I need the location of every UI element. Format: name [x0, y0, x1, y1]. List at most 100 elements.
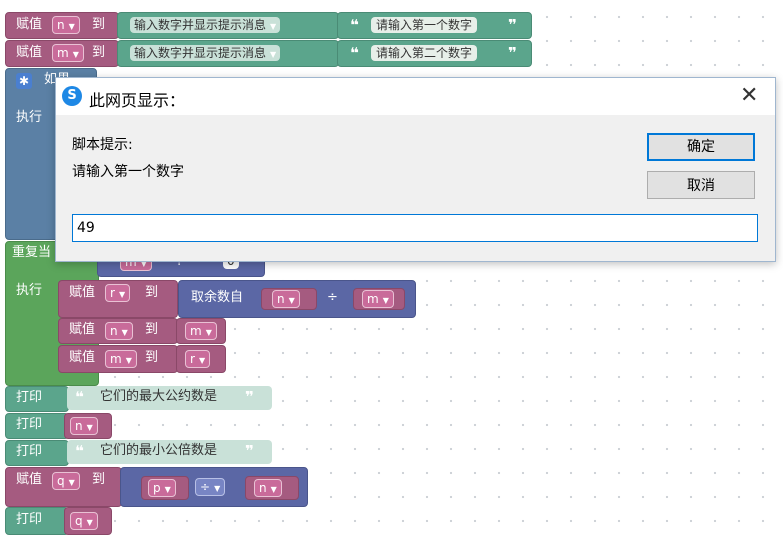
- assign-label: 赋值: [69, 350, 96, 365]
- p-var-block[interactable]: p ▼: [141, 476, 189, 500]
- prompt-type-text: 输入数字并显示提示消息: [134, 18, 267, 32]
- chevron-down-icon: ▼: [270, 50, 277, 59]
- n-var-block[interactable]: n ▼: [261, 288, 317, 310]
- assign-label: 赋值: [69, 285, 96, 300]
- chevron-down-icon: ▼: [270, 485, 277, 494]
- prompt2-field[interactable]: 请输入第二个数字: [371, 45, 478, 61]
- operator-dropdown[interactable]: ÷ ▼: [195, 478, 226, 496]
- remainder-block[interactable]: 取余数自 n ▼ ÷ m ▼: [178, 280, 416, 318]
- message-label: 脚本提示:: [72, 137, 133, 153]
- close-icon[interactable]: ✕: [740, 82, 758, 110]
- assign-n-block[interactable]: 赋值 n ▼ 到: [5, 12, 119, 39]
- dialog-titlebar[interactable]: S 此网页显示： ✕: [56, 78, 775, 115]
- print-lcm-block[interactable]: 打印: [5, 440, 69, 466]
- chevron-down-icon: ▼: [86, 518, 93, 527]
- var-p-text: p: [153, 481, 161, 495]
- cancel-button[interactable]: 取消: [647, 171, 755, 199]
- chevron-down-icon: ▼: [214, 484, 221, 493]
- m-var-block[interactable]: m ▼: [353, 288, 405, 310]
- repeat-label: 重复当: [12, 245, 52, 260]
- to-label: 到: [92, 45, 106, 60]
- assign-m-r-block[interactable]: 赋值 m ▼ 到: [58, 345, 178, 373]
- n-print-var[interactable]: n ▼: [64, 413, 112, 439]
- chevron-down-icon: ▼: [270, 22, 277, 31]
- close-quote-icon: ❞: [245, 442, 254, 460]
- ok-button[interactable]: 确定: [647, 133, 755, 161]
- r-value-block[interactable]: r ▼: [176, 345, 226, 373]
- assign-m-block[interactable]: 赋值 m ▼ 到: [5, 40, 119, 67]
- chevron-down-icon: ▼: [68, 22, 75, 31]
- var-n-dropdown[interactable]: n ▼: [254, 479, 282, 497]
- close-quote-icon: ❞: [245, 388, 254, 406]
- prompt1-field[interactable]: 请输入第一个数字: [371, 17, 478, 33]
- var-n-dropdown[interactable]: n ▼: [70, 417, 98, 435]
- to-label: 到: [92, 472, 106, 487]
- q-print-var[interactable]: q ▼: [64, 507, 112, 535]
- var-q-text: q: [57, 474, 65, 488]
- string-block-1[interactable]: ❝ 请输入第一个数字 ❞: [337, 12, 532, 39]
- print-label: 打印: [16, 444, 43, 459]
- prompt-type-dropdown[interactable]: 输入数字并显示提示消息 ▼: [130, 45, 281, 61]
- assign-n-m-block[interactable]: 赋值 n ▼ 到: [58, 318, 178, 344]
- assign-q-block[interactable]: 赋值 q ▼ 到: [5, 467, 122, 507]
- print-n-block[interactable]: 打印: [5, 413, 69, 439]
- var-m-text: m: [110, 352, 122, 366]
- var-m-text: m: [367, 292, 379, 306]
- chevron-down-icon: ▼: [164, 485, 171, 494]
- lcm-string-block[interactable]: ❝ 它们的最小公倍数是 ❞: [67, 440, 272, 464]
- to-label: 到: [145, 350, 159, 365]
- var-q-dropdown[interactable]: q ▼: [70, 512, 98, 530]
- assign-r-block[interactable]: 赋值 r ▼ 到: [58, 280, 178, 318]
- var-m-dropdown[interactable]: m ▼: [185, 322, 217, 340]
- chevron-down-icon: ▼: [205, 328, 212, 337]
- var-m-dropdown[interactable]: m ▼: [362, 290, 394, 308]
- var-n-dropdown[interactable]: n ▼: [52, 16, 80, 34]
- print-label: 打印: [16, 390, 43, 405]
- divide-block[interactable]: p ▼ ÷ ▼ n ▼: [120, 467, 308, 507]
- open-quote-icon: ❝: [350, 16, 359, 34]
- var-m-dropdown[interactable]: m ▼: [105, 350, 137, 368]
- assign-label: 赋值: [16, 17, 43, 32]
- var-m-text: m: [190, 324, 202, 338]
- n-var-block[interactable]: n ▼: [245, 476, 299, 500]
- var-q-dropdown[interactable]: q ▼: [52, 472, 80, 490]
- var-r-dropdown[interactable]: r ▼: [105, 284, 131, 302]
- var-m-dropdown[interactable]: m ▼: [52, 44, 84, 62]
- prompt-number-block-2[interactable]: 输入数字并显示提示消息 ▼: [117, 40, 339, 67]
- close-quote-icon: ❞: [508, 16, 517, 34]
- chevron-down-icon: ▼: [288, 296, 295, 305]
- gear-icon[interactable]: ✱: [16, 73, 32, 89]
- divide-op: ÷: [327, 290, 338, 305]
- chevron-down-icon: ▼: [86, 423, 93, 432]
- prompt-dialog[interactable]: S 此网页显示： ✕ 脚本提示: 请输入第一个数字 确定 取消 49: [55, 77, 776, 262]
- var-p-dropdown[interactable]: p ▼: [148, 479, 176, 497]
- var-n-dropdown[interactable]: n ▼: [272, 290, 300, 308]
- prompt-type-dropdown[interactable]: 输入数字并显示提示消息 ▼: [130, 17, 281, 33]
- print-q-block[interactable]: 打印: [5, 507, 69, 535]
- do-label: 执行: [16, 110, 43, 125]
- var-n-dropdown[interactable]: n ▼: [105, 322, 133, 340]
- var-m-text: m: [57, 46, 69, 60]
- browser-logo-icon: S: [62, 86, 82, 106]
- prompt-number-block-1[interactable]: 输入数字并显示提示消息 ▼: [117, 12, 339, 39]
- print-gcd-block[interactable]: 打印: [5, 386, 69, 412]
- var-n-text: n: [277, 292, 285, 306]
- prompt-type-text: 输入数字并显示提示消息: [134, 46, 267, 60]
- prompt-input[interactable]: 49: [72, 214, 758, 242]
- lcm-text[interactable]: 它们的最小公倍数是: [100, 442, 217, 460]
- close-quote-icon: ❞: [508, 44, 517, 62]
- print-label: 打印: [16, 417, 43, 432]
- var-r-text: r: [190, 352, 195, 366]
- gcd-text[interactable]: 它们的最大公约数是: [100, 388, 217, 406]
- m-value-block[interactable]: m ▼: [176, 318, 226, 344]
- string-block-2[interactable]: ❝ 请输入第二个数字 ❞: [337, 40, 532, 67]
- do2-label: 执行: [16, 283, 43, 298]
- to-label: 到: [145, 322, 159, 337]
- open-quote-icon: ❝: [75, 442, 84, 460]
- var-q-text: q: [75, 514, 83, 528]
- var-r-text: r: [110, 286, 115, 300]
- open-quote-icon: ❝: [75, 388, 84, 406]
- var-r-dropdown[interactable]: r ▼: [185, 350, 211, 368]
- chevron-down-icon: ▼: [121, 328, 128, 337]
- gcd-string-block[interactable]: ❝ 它们的最大公约数是 ❞: [67, 386, 272, 410]
